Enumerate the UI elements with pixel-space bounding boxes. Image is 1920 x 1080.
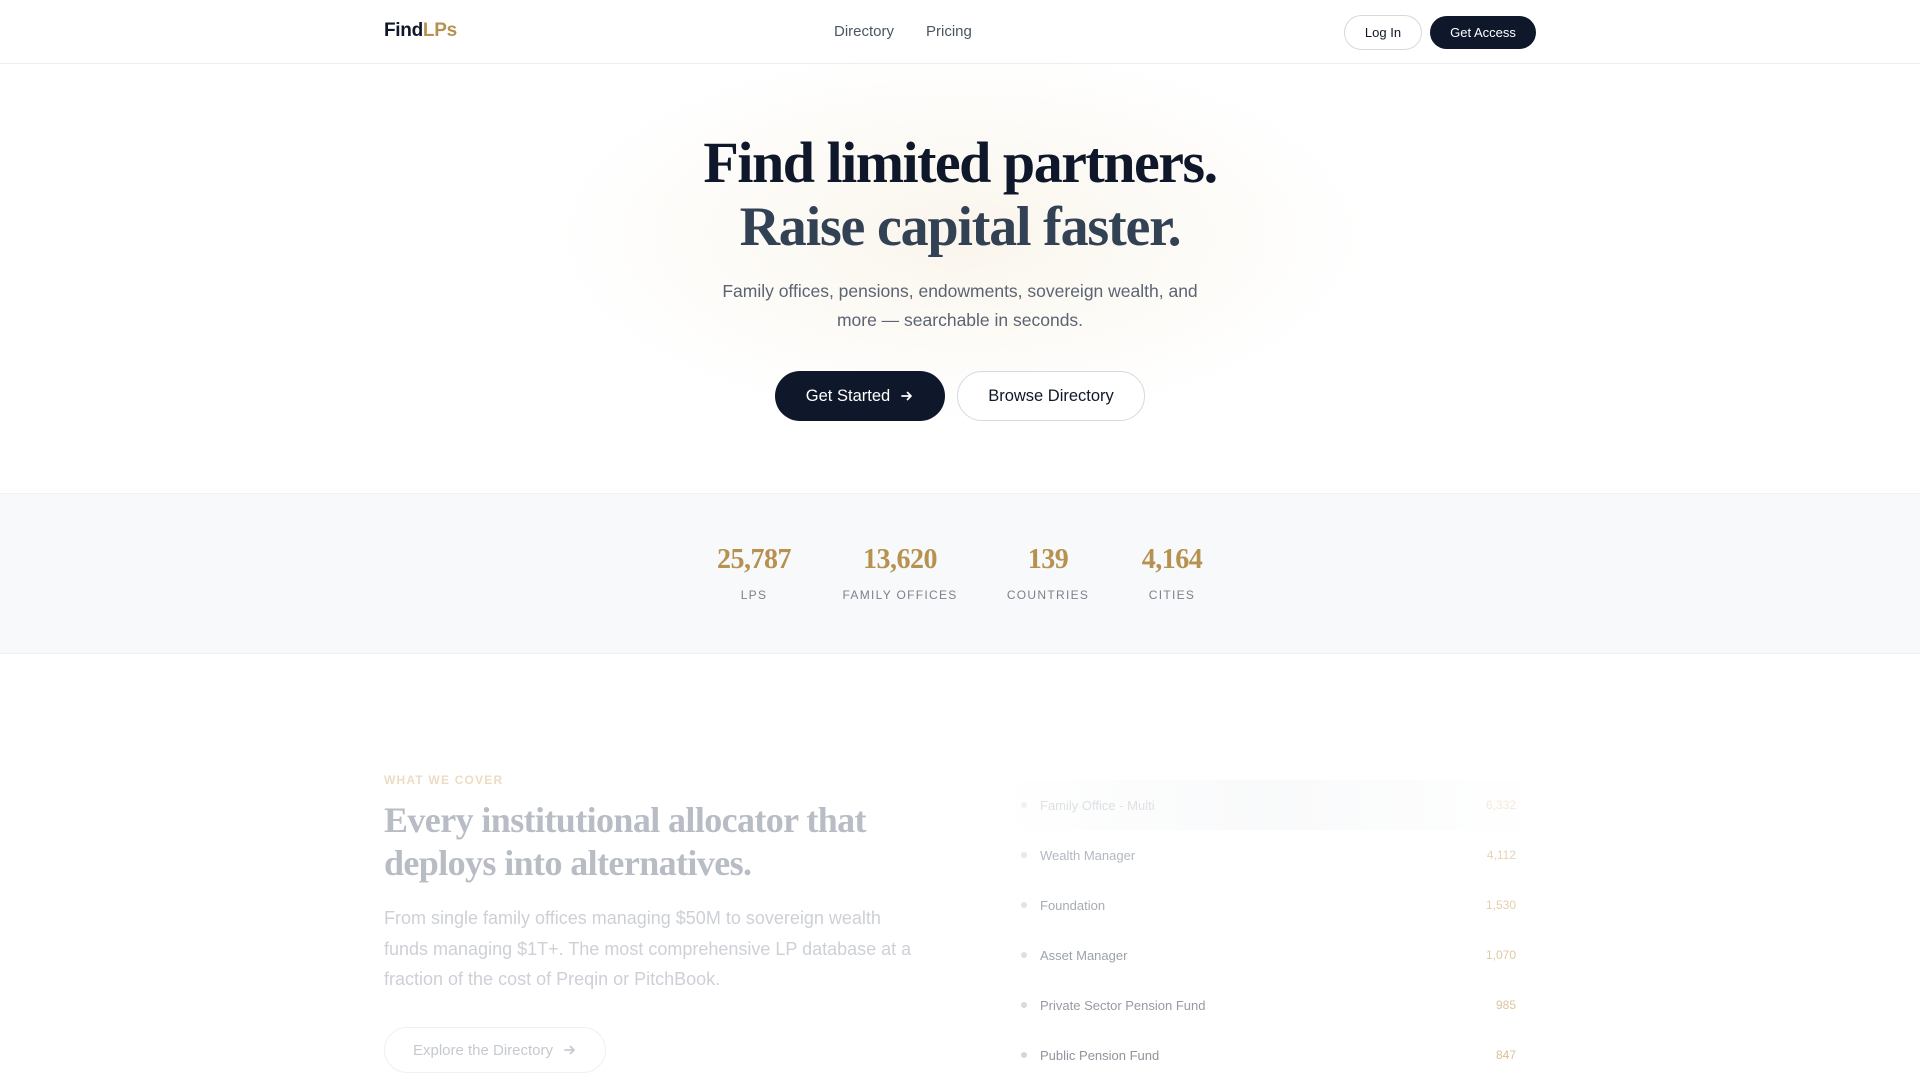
hero-description: Family offices, pensions, endowments, so…: [722, 281, 1198, 330]
lp-type-name: Private Sector Pension Fund: [1040, 997, 1206, 1013]
lp-type-count: 1,530: [1485, 898, 1516, 912]
stat-countries: 139 COUNTRIES: [998, 544, 1098, 602]
bullet-dot-icon: [1021, 1002, 1027, 1008]
stats-band: 25,787 LPS 13,620 FAMILY OFFICES 139 COU…: [0, 493, 1920, 654]
stat-label: FAMILY OFFICES: [842, 588, 958, 602]
lp-type-row[interactable]: Private Sector Pension Fund 985: [1000, 980, 1540, 1030]
stat-label: LPS: [740, 588, 768, 602]
stat-value: 4,164: [1141, 544, 1203, 575]
bullet-dot-icon: [1021, 852, 1027, 858]
nav-links: Directory Pricing: [834, 23, 972, 40]
login-button[interactable]: Log In: [1344, 15, 1422, 50]
arrow-right-icon: [901, 391, 913, 401]
stat-label: COUNTRIES: [1006, 588, 1090, 602]
stat-value: 139: [1027, 544, 1069, 575]
lp-type-row[interactable]: Foundation 1,530: [1000, 880, 1540, 930]
browse-directory-button[interactable]: Browse Directory: [957, 371, 1145, 421]
brand-lps-text: LPs: [422, 20, 457, 41]
bullet-dot-icon: [1021, 802, 1027, 808]
lp-type-row[interactable]: Public Pension Fund 847: [1000, 1030, 1540, 1080]
lp-type-count: 847: [1495, 1048, 1516, 1062]
lp-type-name: Public Pension Fund: [1040, 1047, 1160, 1063]
bullet-dot-icon: [1021, 902, 1027, 908]
lp-type-list: Family Office - Multi 6,332 Wealth Manag…: [1000, 780, 1540, 1080]
bullet-dot-icon: [1021, 1052, 1027, 1058]
browse-directory-label: Browse Directory: [988, 386, 1114, 405]
arrow-right-icon: [564, 1045, 575, 1055]
brand-logo[interactable]: FindLPs: [384, 20, 457, 42]
explore-directory-label: Explore the Directory: [412, 1041, 554, 1059]
stat-value: 13,620: [863, 544, 938, 575]
lp-type-row[interactable]: Family Office - Multi 6,332: [1000, 780, 1540, 830]
stat-value: 25,787: [717, 544, 792, 575]
lp-type-count: 4,112: [1486, 848, 1516, 862]
lp-type-count: 1,070: [1485, 948, 1516, 962]
nav-link-directory[interactable]: Directory: [834, 23, 894, 40]
lp-type-row[interactable]: Wealth Manager 4,112: [1000, 830, 1540, 880]
lp-type-name: Foundation: [1040, 897, 1106, 913]
lp-type-row[interactable]: Asset Manager 1,070: [1000, 930, 1540, 980]
section-description: From single family offices managing $50M…: [384, 908, 912, 989]
stat-family-offices: 13,620 FAMILY OFFICES: [836, 544, 964, 602]
get-access-button[interactable]: Get Access: [1430, 16, 1536, 49]
section-title: Every institutional allocator that deplo…: [384, 800, 867, 883]
lp-type-count: 985: [1495, 998, 1516, 1012]
bullet-dot-icon: [1021, 952, 1027, 958]
stat-label: CITIES: [1148, 588, 1196, 602]
lp-type-count: 6,332: [1485, 798, 1516, 812]
get-started-button[interactable]: Get Started: [775, 371, 945, 421]
nav-link-pricing[interactable]: Pricing: [926, 23, 972, 40]
hero-subtitle: Raise capital faster.: [739, 196, 1182, 258]
brand-find-text: Find: [384, 20, 423, 41]
stat-cities: 4,164 CITIES: [1122, 544, 1222, 602]
lp-type-name: Wealth Manager: [1040, 847, 1136, 863]
section-eyebrow: WHAT WE COVER: [384, 773, 504, 787]
stat-lps: 25,787 LPS: [704, 544, 804, 602]
hero-title: Find limited partners.: [703, 130, 1218, 195]
lp-type-name: Family Office - Multi: [1040, 797, 1155, 813]
lp-type-name: Asset Manager: [1040, 947, 1128, 963]
explore-directory-button[interactable]: Explore the Directory: [384, 1027, 606, 1073]
get-started-label: Get Started: [805, 386, 891, 405]
